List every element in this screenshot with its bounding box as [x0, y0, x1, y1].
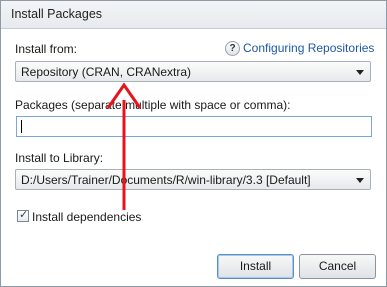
chevron-down-icon [356, 70, 364, 75]
install-button[interactable]: Install [217, 254, 294, 279]
install-to-library-label: Install to Library: [15, 151, 104, 165]
install-from-dropdown[interactable]: Repository (CRAN, CRANextra) [15, 61, 371, 82]
title-bar: Install Packages [1, 1, 386, 29]
cancel-button[interactable]: Cancel [299, 254, 376, 279]
packages-input[interactable] [16, 116, 372, 137]
install-from-label: Install from: [15, 42, 78, 56]
configuring-repositories-link[interactable]: Configuring Repositories [243, 41, 374, 55]
install-dependencies-label: Install dependencies [32, 210, 142, 224]
help-icon[interactable]: ? [225, 41, 240, 56]
checkmark-icon: ✓ [19, 209, 29, 221]
install-from-selected: Repository (CRAN, CRANextra) [21, 65, 192, 79]
install-packages-dialog: Install Packages Install from: ? Configu… [0, 0, 387, 287]
dialog-title: Install Packages [11, 7, 103, 21]
install-dependencies-checkbox[interactable]: ✓ [17, 209, 29, 222]
library-selected: D:/Users/Trainer/Documents/R/win-library… [21, 173, 311, 187]
packages-label: Packages (separate multiple with space o… [15, 98, 291, 112]
text-caret [21, 120, 22, 133]
chevron-down-icon [356, 178, 364, 183]
library-dropdown[interactable]: D:/Users/Trainer/Documents/R/win-library… [15, 169, 371, 190]
